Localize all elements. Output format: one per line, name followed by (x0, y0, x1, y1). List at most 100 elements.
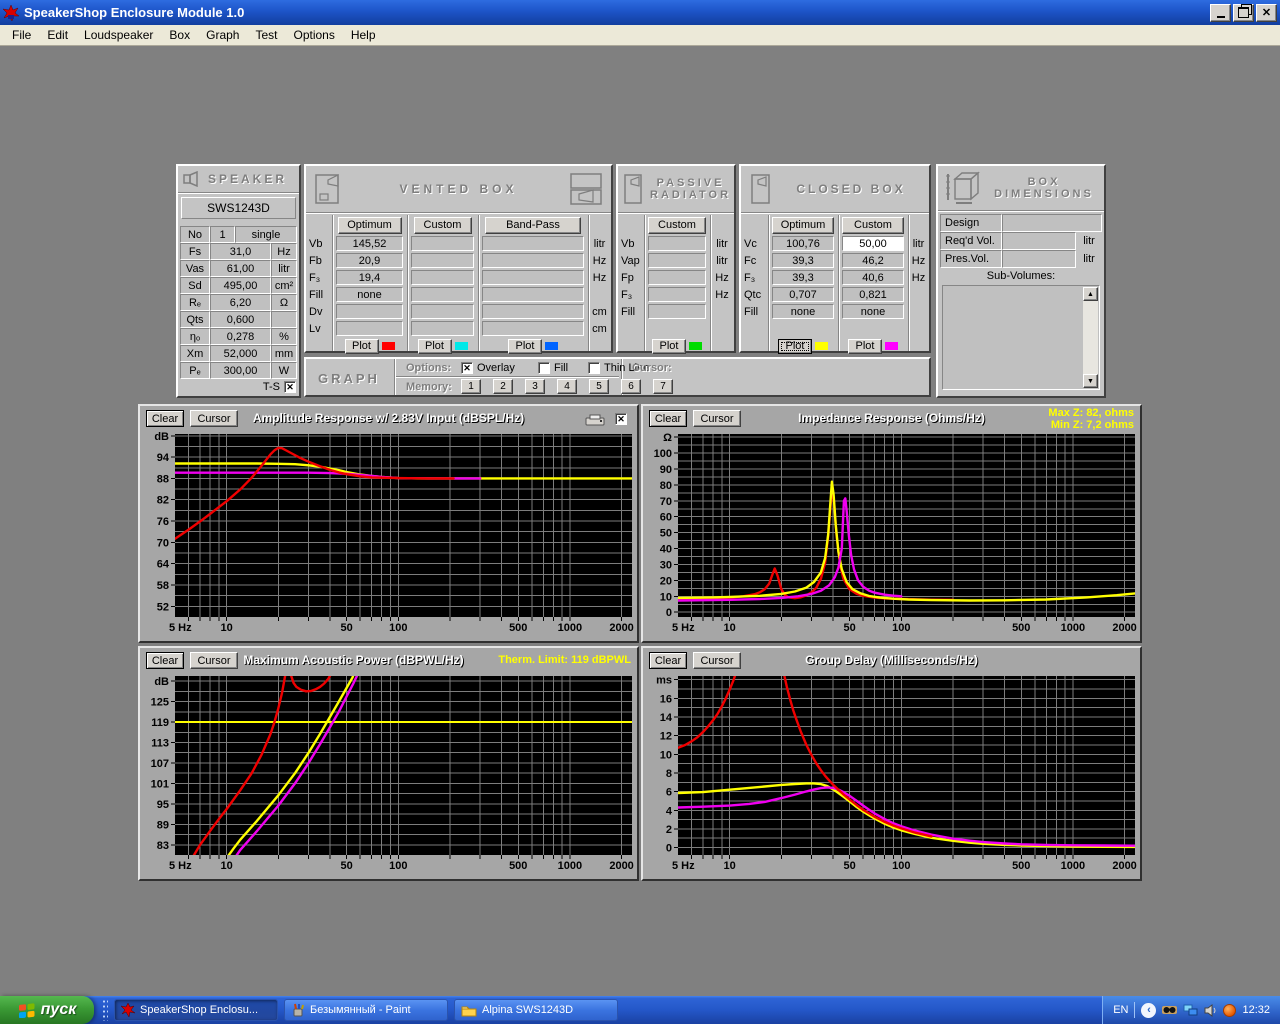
memory-button-5[interactable]: 5 (589, 379, 609, 394)
fill-checkbox[interactable] (538, 362, 550, 374)
task-alpina-folder[interactable]: Alpina SWS1243D (454, 999, 618, 1021)
menu-file[interactable]: File (4, 26, 39, 44)
vented-bandpass-value[interactable] (482, 270, 584, 285)
clock[interactable]: 12:32 (1242, 1004, 1270, 1016)
vented-custom-value[interactable] (411, 236, 474, 251)
closed-optimum-button[interactable]: Optimum (772, 217, 834, 234)
vented-optimum-value[interactable] (336, 321, 403, 336)
passive-value[interactable] (648, 287, 706, 302)
sub-volumes-list[interactable]: ▲ ▼ (942, 285, 1100, 390)
vented-optimum-button[interactable]: Optimum (338, 217, 402, 234)
menu-help[interactable]: Help (343, 26, 384, 44)
vented-custom-button[interactable]: Custom (414, 217, 472, 234)
vented-plot-button-0[interactable]: Plot (345, 339, 379, 354)
menu-options[interactable]: Options (285, 26, 342, 44)
closed-custom-value[interactable]: 50,00 (842, 236, 904, 251)
passive-value[interactable] (648, 253, 706, 268)
closed-optimum-value[interactable]: none (772, 304, 834, 319)
vented-optimum-value[interactable]: 20,9 (336, 253, 403, 268)
memory-button-7[interactable]: 7 (653, 379, 673, 394)
impedance-chart[interactable]: Ω10090807060504030201005 Hz1050100500100… (644, 431, 1141, 641)
memory-button-6[interactable]: 6 (621, 379, 641, 394)
vented-optimum-value[interactable]: 145,52 (336, 236, 403, 251)
vented-bandpass-value[interactable] (482, 236, 584, 251)
menu-box[interactable]: Box (161, 26, 198, 44)
vented-custom-value[interactable] (411, 270, 474, 285)
memory-button-2[interactable]: 2 (493, 379, 513, 394)
closed-optimum-value[interactable]: 0,707 (772, 287, 834, 302)
thin-line-checkbox[interactable] (588, 362, 600, 374)
passive-value[interactable] (648, 304, 706, 319)
amplitude-chart[interactable]: dB94888276706458525 Hz105010050010002000 (141, 431, 638, 641)
print-icon[interactable] (585, 414, 605, 427)
param-value[interactable]: 0,278 (210, 328, 271, 345)
param-value[interactable]: 52,000 (210, 345, 271, 362)
vented-optimum-value[interactable]: none (336, 287, 403, 302)
restore-button[interactable] (1233, 4, 1254, 22)
closed-plot-button-0[interactable]: Plot (778, 339, 812, 354)
param-value[interactable]: 61,00 (210, 260, 271, 277)
max-power-chart[interactable]: dB1251191131071019589835 Hz1050100500100… (141, 673, 638, 879)
ts-checkbox[interactable]: ✕ (284, 381, 296, 393)
vented-plot-button-2[interactable]: Plot (508, 339, 542, 354)
vented-optimum-value[interactable] (336, 304, 403, 319)
volume-icon[interactable] (1204, 1004, 1217, 1017)
vented-bandpass-value[interactable] (482, 287, 584, 302)
closed-optimum-value[interactable]: 100,76 (772, 236, 834, 251)
memory-button-1[interactable]: 1 (461, 379, 481, 394)
menu-test[interactable]: Test (247, 26, 285, 44)
pres-vol-value[interactable] (1002, 250, 1076, 268)
vented-custom-value[interactable] (411, 304, 474, 319)
closed-custom-value[interactable]: 0,821 (842, 287, 904, 302)
param-value[interactable]: 31,0 (210, 243, 271, 260)
network-icon[interactable] (1183, 1004, 1198, 1017)
mode-value[interactable]: single (235, 226, 297, 243)
tray-orange-app-icon[interactable] (1223, 1004, 1236, 1017)
menu-graph[interactable]: Graph (198, 26, 247, 44)
passive-value[interactable] (648, 236, 706, 251)
closed-optimum-value[interactable]: 39,3 (772, 270, 834, 285)
closed-custom-value[interactable]: 40,6 (842, 270, 904, 285)
language-indicator[interactable]: EN (1113, 1004, 1128, 1016)
start-button[interactable]: пуск (0, 996, 94, 1024)
task-speakershop[interactable]: SpeakerShop Enclosu... (114, 999, 278, 1021)
scroll-up-button[interactable]: ▲ (1083, 287, 1098, 301)
vented-custom-value[interactable] (411, 321, 474, 336)
group-delay-chart[interactable]: ms16141210864205 Hz105010050010002000 (644, 673, 1141, 879)
task-paint[interactable]: Безымянный - Paint (284, 999, 448, 1021)
vented-optimum-value[interactable]: 19,4 (336, 270, 403, 285)
sub-volumes-scrollbar[interactable]: ▲ ▼ (1083, 287, 1098, 388)
passive-value[interactable] (648, 270, 706, 285)
tray-app-icon[interactable] (1162, 1004, 1177, 1016)
closed-custom-button[interactable]: Custom (842, 217, 904, 234)
vented-plot-button-1[interactable]: Plot (418, 339, 452, 354)
param-value[interactable]: 300,00 (210, 362, 271, 379)
taskbar-handle[interactable] (102, 999, 108, 1021)
memory-button-3[interactable]: 3 (525, 379, 545, 394)
design-value[interactable] (1002, 214, 1102, 232)
param-value[interactable]: 495,00 (210, 277, 271, 294)
vented-bandpass-value[interactable] (482, 253, 584, 268)
memory-button-4[interactable]: 4 (557, 379, 577, 394)
closed-custom-value[interactable]: none (842, 304, 904, 319)
passive-custom-button[interactable]: Custom (648, 217, 706, 234)
design-label[interactable]: Design (940, 214, 1002, 232)
passive-plot-button[interactable]: Plot (652, 339, 686, 354)
print-checkbox[interactable]: ✕ (615, 413, 627, 425)
vented-bandpass-value[interactable] (482, 321, 584, 336)
closed-custom-value[interactable]: 46,2 (842, 253, 904, 268)
scroll-down-button[interactable]: ▼ (1083, 374, 1098, 388)
closed-plot-button-1[interactable]: Plot (848, 339, 882, 354)
vented-custom-value[interactable] (411, 287, 474, 302)
overlay-checkbox[interactable]: ✕ (461, 362, 473, 374)
param-value[interactable]: 0,600 (210, 311, 271, 328)
hide-icons-chevron[interactable]: ‹ (1141, 1003, 1156, 1018)
reqd-vol-value[interactable] (1002, 232, 1076, 250)
vented-custom-value[interactable] (411, 253, 474, 268)
vented-bandpass-value[interactable] (482, 304, 584, 319)
no-value[interactable]: 1 (210, 226, 235, 243)
menu-loudspeaker[interactable]: Loudspeaker (76, 26, 161, 44)
close-button[interactable]: ✕ (1256, 4, 1277, 22)
closed-optimum-value[interactable]: 39,3 (772, 253, 834, 268)
menu-edit[interactable]: Edit (39, 26, 76, 44)
